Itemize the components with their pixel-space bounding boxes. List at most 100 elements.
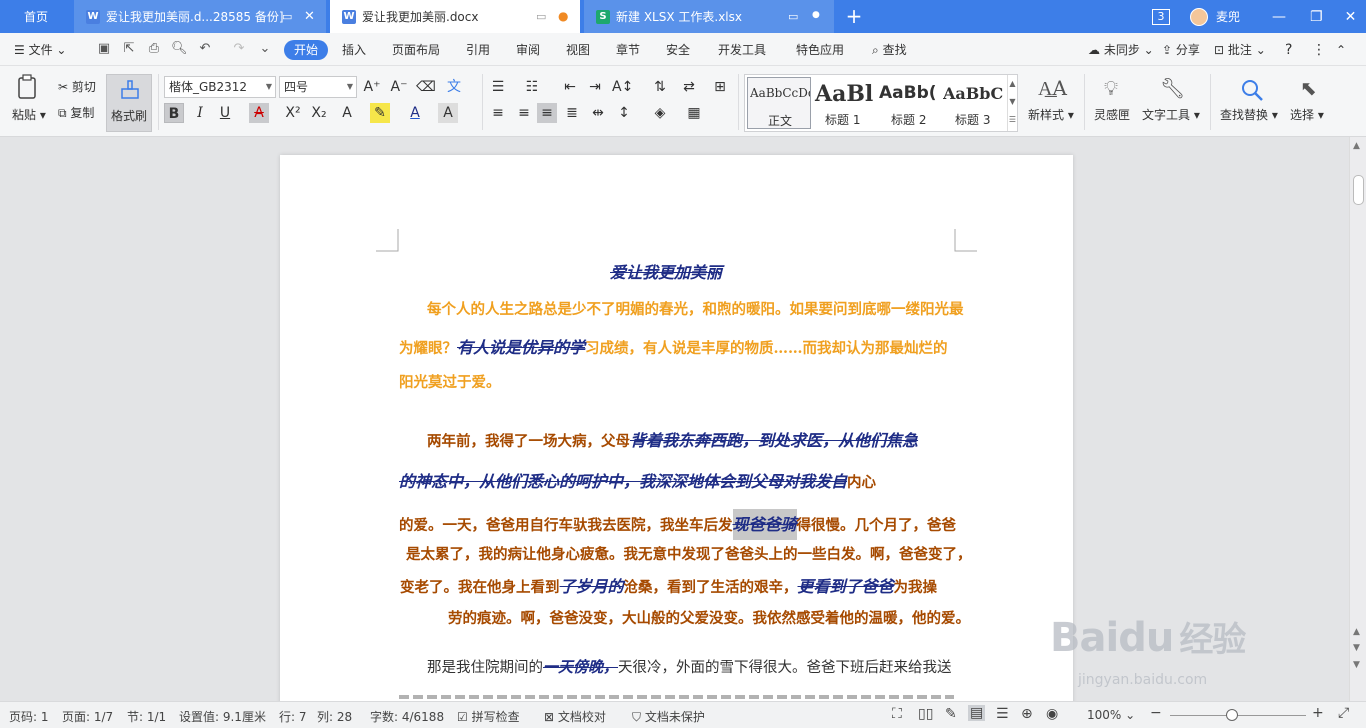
style-normal[interactable]: AaBbCcDd 正文 [747,77,811,129]
tab-backup-doc[interactable]: W 爱让我更加美丽.d...28585 备份] ▭ ✕ [74,0,326,33]
font-color-icon[interactable]: A [405,103,425,123]
status-section[interactable]: 节: 1/1 [127,708,166,725]
tab-home[interactable]: 首页 [0,0,72,33]
align-center-icon[interactable]: ≡ [514,103,534,123]
tab-active-doc[interactable]: W 爱让我更加美丽.docx ▭ ● [330,0,580,33]
status-pages[interactable]: 页面: 1/7 [62,708,113,725]
subscript-icon[interactable]: X₂ [309,103,329,123]
fullscreen-icon[interactable]: ⛶ [892,706,902,722]
search-command[interactable]: ⌕ 查找 [872,40,907,60]
decrease-indent-icon[interactable]: ⇤ [560,77,580,97]
tab-insert[interactable]: 插入 [342,40,366,60]
scroll-up-page-icon[interactable]: ▲ [1353,627,1360,637]
style-heading-2[interactable]: AaBb( 标题 2 [879,77,943,129]
tab-window-icon[interactable]: ▭ [536,10,546,23]
tab-developer[interactable]: 开发工具 [718,40,766,60]
zoom-in-icon[interactable]: + [1312,705,1324,721]
tab-view[interactable]: 视图 [566,40,590,60]
outline-view-icon[interactable]: ☰ [996,706,1009,722]
status-column[interactable]: 列: 28 [317,708,352,725]
para3-line1[interactable]: 那是我住院期间的一天傍晚，天很冷，外面的雪下得很大。爸爸下班后赶来给我送 [427,656,952,677]
reading-view-icon[interactable]: ▯▯ [918,706,933,722]
shrink-font-icon[interactable]: A⁻ [389,77,409,97]
para2-line1[interactable]: 两年前，我得了一场大病，父母背着我东奔西跑，到处求医，从他们焦急 [427,427,918,451]
tab-start[interactable]: 开始 [284,40,329,60]
protection-button[interactable]: ⛉ 文档未保护 [632,708,705,725]
bold-button[interactable]: B [164,103,184,123]
borders-icon[interactable]: ▦ [684,103,704,123]
text-effect-icon[interactable]: A [337,103,357,123]
highlight-icon[interactable]: ✎ [370,103,390,123]
fit-page-icon[interactable]: ⤢ [1338,705,1349,721]
proofread-button[interactable]: ⊠ 文档校对 [544,708,606,725]
web-view-icon[interactable]: ⊕ [1021,706,1033,722]
cut-button[interactable]: ✂ 剪切 [58,78,96,95]
file-menu[interactable]: ☰ 文件 ⌄ [14,40,66,60]
help-icon[interactable]: ? [1285,40,1292,60]
line-spacing-icon[interactable]: ↕ [614,103,634,123]
font-size-select[interactable]: 四号 ▼ [279,76,357,98]
save-icon[interactable]: ▣ [96,41,112,57]
redo-icon[interactable]: ↷ [231,41,247,57]
window-count-badge[interactable]: 3 [1152,8,1170,25]
select-button[interactable]: ⬉ 选择 ▾ [1288,74,1332,132]
text-tools-button[interactable]: 🔧︎ 文字工具 ▾ [1140,74,1204,132]
new-style-button[interactable]: A͟A 新样式 ▾ [1028,74,1076,132]
tab-page-layout[interactable]: 页面布局 [392,40,440,60]
status-page[interactable]: 页码: 1 [9,708,49,725]
shading-icon[interactable]: ◈ [650,103,670,123]
style-heading-3[interactable]: AaBbC 标题 3 [943,77,1007,129]
paste-button[interactable]: 粘贴 ▾ [12,106,46,123]
scroll-down-icon[interactable]: ▼ [1353,660,1360,670]
italic-button[interactable]: I [190,103,210,123]
font-name-select[interactable]: 楷体_GB2312 ▼ [164,76,276,98]
increase-indent-icon[interactable]: ⇥ [585,77,605,97]
edit-view-icon[interactable]: ✎ [945,706,957,722]
para2-line5[interactable]: 变老了。我在他身上看到了岁月的沧桑，看到了生活的艰辛，更看到了爸爸为我操 [400,573,937,597]
tab-window-icon[interactable]: ▭ [282,10,292,23]
numbered-list-icon[interactable]: ☷ [522,77,542,97]
status-row[interactable]: 行: 7 [279,708,307,725]
selected-text[interactable]: 现爸爸骑 [732,509,797,540]
collapse-ribbon-icon[interactable]: ⌃ [1336,40,1346,60]
style-heading-1[interactable]: AaBl 标题 1 [813,77,877,129]
para1-line1[interactable]: 每个人的人生之路总是少不了明媚的春光，和煦的暖阳。如果要问到底哪一缕阳光最 [427,298,964,319]
sync-status[interactable]: ☁ 未同步 ⌄ [1088,40,1154,60]
tab-references[interactable]: 引用 [466,40,490,60]
para2-line3[interactable]: 的爱。一天，爸爸用自行车驮我去医院，我坐车后发现爸爸骑得很慢。几个月了，爸爸 [399,509,956,540]
vertical-scrollbar[interactable]: ▲ ▲ ▼ ▼ [1349,137,1366,701]
user-name[interactable]: 麦兜 [1216,8,1240,25]
print-icon[interactable]: ⎙ [146,41,162,57]
bullet-list-icon[interactable]: ☰ [488,77,508,97]
justify-icon[interactable]: ≣ [562,103,582,123]
print-preview-icon[interactable]: 🔍︎ [171,41,188,57]
text-direction-icon[interactable]: A↕ [612,77,633,97]
scroll-up-icon[interactable]: ▲ [1353,141,1360,151]
tab-security[interactable]: 安全 [666,40,690,60]
zoom-slider-thumb[interactable] [1226,709,1238,721]
tab-close-icon[interactable]: ✕ [304,9,315,24]
line-break-icon[interactable]: ⇄ [679,77,699,97]
new-tab-plus-icon[interactable]: + [842,5,866,27]
phonetic-guide-icon[interactable]: 文 [444,77,464,97]
para1-line3[interactable]: 阳光莫过于爱。 [399,371,501,392]
status-setting-value[interactable]: 设置值: 9.1厘米 [179,708,266,725]
more-icon[interactable]: ⋮ [1312,40,1326,60]
scrollbar-thumb[interactable] [1353,175,1364,205]
align-right-icon[interactable]: ≡ [537,103,557,123]
sort-icon[interactable]: ⇅ [650,77,670,97]
tab-window-icon[interactable]: ▭ [788,10,798,23]
eye-protection-icon[interactable]: ◉ [1046,706,1058,722]
quick-access-more-icon[interactable]: ⌄ [257,41,273,57]
distribute-icon[interactable]: ⇹ [588,103,608,123]
document-page[interactable]: 爱让我更加美丽 每个人的人生之路总是少不了明媚的春光，和煦的暖阳。如果要问到底哪… [280,155,1073,715]
clear-format-icon[interactable]: ⌫ [416,77,436,97]
status-word-count[interactable]: 字数: 4/6188 [370,708,444,725]
char-shading-icon[interactable]: A [438,103,458,123]
para1-line2[interactable]: 为耀眼？有人说是优异的学习成绩，有人说是丰厚的物质……而我却认为那最灿烂的 [399,334,948,358]
page-view-icon[interactable]: ▤ [968,705,986,721]
annotate-button[interactable]: ⊡ 批注 ⌄ [1214,40,1266,60]
tab-features[interactable]: 特色应用 [796,40,844,60]
undo-icon[interactable]: ↶ [197,41,213,57]
grow-font-icon[interactable]: A⁺ [362,77,382,97]
